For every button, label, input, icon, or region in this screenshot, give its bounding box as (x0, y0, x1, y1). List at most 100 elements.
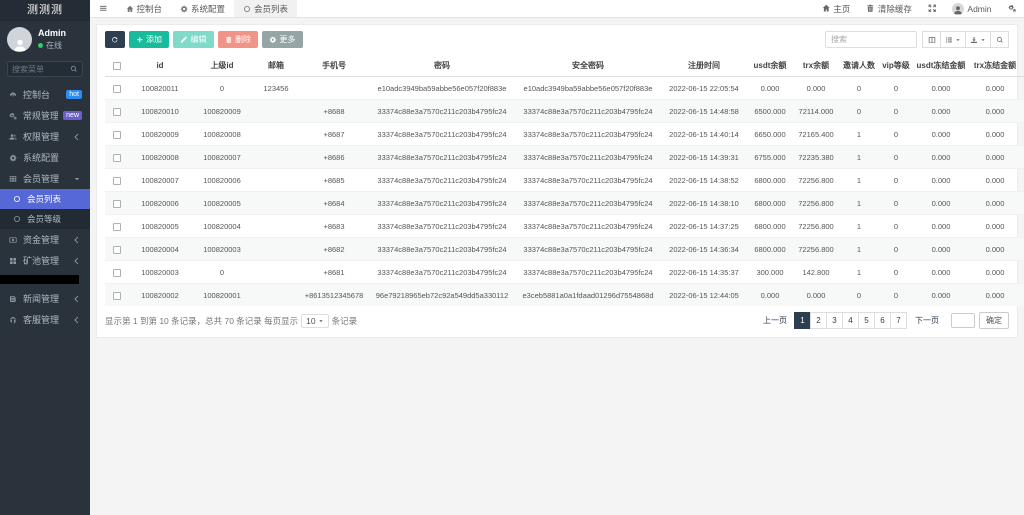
cell-security-password: 33374c88e3a7570c211c203b4795fc24 (515, 169, 661, 192)
cell-trx-balance: 72165.400 (793, 123, 839, 146)
pagination-page-3[interactable]: 3 (826, 312, 843, 329)
row-checkbox[interactable] (113, 200, 121, 208)
pagination-prev[interactable]: 上一页 (758, 312, 792, 329)
sidebar-item-member-list[interactable]: 会员列表 (0, 189, 90, 209)
cell-invite-count: 0 (839, 100, 879, 123)
cell-id: 100820006 (129, 192, 191, 215)
cell-email (253, 192, 299, 215)
circle-icon (12, 195, 22, 203)
cogs-icon (8, 112, 18, 120)
cell-usdt-frozen: 0.000 (913, 123, 969, 146)
cell-trx-frozen: 0.000 (969, 123, 1021, 146)
cell-register-time: 2022-06-15 14:37:25 (661, 215, 747, 238)
table-search-input[interactable] (825, 31, 917, 48)
delete-button[interactable]: 删除 (218, 31, 259, 48)
home-link[interactable]: 主页 (814, 0, 859, 17)
cell-register-time: 2022-06-15 14:36:34 (661, 238, 747, 261)
row-checkbox[interactable] (113, 177, 121, 185)
sidebar-item-news[interactable]: 新闻管理 (0, 288, 90, 309)
pagination-page-4[interactable]: 4 (842, 312, 859, 329)
tab-member-list[interactable]: 会员列表 (234, 0, 297, 17)
cell-usdt-balance: 6800.000 (747, 238, 793, 261)
cell-password: 33374c88e3a7570c211c203b4795fc24 (369, 192, 515, 215)
sidebar-item-label: 权限管理 (23, 130, 59, 143)
pagination-next[interactable]: 下一页 (910, 312, 944, 329)
cell-trx-balance: 0.000 (793, 284, 839, 307)
row-checkbox[interactable] (113, 108, 121, 116)
refresh-button[interactable] (105, 31, 125, 48)
row-checkbox[interactable] (113, 154, 121, 162)
cell-security-password: e3ceb5881a0a1fdaad01296d7554868d (515, 284, 661, 307)
topbar-tabs: 控制台系统配置会员列表 (117, 0, 298, 17)
add-button[interactable]: 添加 (129, 31, 170, 48)
select-all-checkbox[interactable] (113, 62, 121, 70)
cell-invite-count: 1 (839, 192, 879, 215)
row-checkbox[interactable] (113, 223, 121, 231)
row-select-cell (105, 169, 129, 192)
tab-system-config[interactable]: 系统配置 (171, 0, 234, 17)
clear-cache-button[interactable]: 清除缓存 (858, 0, 920, 17)
export-button[interactable] (965, 31, 991, 48)
cell-vip-level: 0 (879, 238, 913, 261)
row-checkbox[interactable] (113, 292, 121, 300)
user-menu[interactable]: Admin (944, 0, 999, 17)
columns-button[interactable] (922, 31, 941, 48)
pagination-go-button[interactable]: 确定 (979, 312, 1009, 329)
row-select-cell (105, 146, 129, 169)
circle-icon (12, 215, 22, 223)
sidebar-item-funds[interactable]: 资金管理 (0, 229, 90, 250)
toggle-view-button[interactable] (940, 31, 966, 48)
row-checkbox[interactable] (113, 85, 121, 93)
cell-usdt-frozen: 0.000 (913, 77, 969, 100)
cell-invite-count: 1 (839, 123, 879, 146)
page-size-select[interactable]: 10 (301, 314, 328, 328)
pagination-page-1[interactable]: 1 (794, 312, 811, 329)
pagination-page-7[interactable]: 7 (890, 312, 907, 329)
pagination-jump-input[interactable] (951, 313, 975, 328)
row-checkbox[interactable] (113, 131, 121, 139)
fullscreen-button[interactable] (920, 0, 945, 17)
cell-usdt-balance: 6650.000 (747, 123, 793, 146)
cell-register-time: 2022-06-15 14:39:31 (661, 146, 747, 169)
pagination-page-2[interactable]: 2 (810, 312, 827, 329)
cell-phone: +8685 (299, 169, 369, 192)
cell-security-password: e10adc3949ba59abbe56e057f20f883e (515, 77, 661, 100)
cell-password: 33374c88e3a7570c211c203b4795fc24 (369, 146, 515, 169)
row-select-cell (105, 261, 129, 284)
sidebar-item-general[interactable]: 常规管理new (0, 105, 90, 126)
cell-usdt-balance: 0.000 (747, 77, 793, 100)
cell-vip-level: 0 (879, 261, 913, 284)
pagination-page-5[interactable]: 5 (858, 312, 875, 329)
edit-button[interactable]: 编辑 (173, 31, 214, 48)
sidebar-item-member[interactable]: 会员管理 (0, 168, 90, 189)
cell-invite-count: 1 (839, 261, 879, 284)
badge-hot: hot (66, 90, 82, 99)
cell-parent-id: 0 (191, 261, 253, 284)
sidebar-item-mining-pool[interactable]: 矿池管理 (0, 250, 90, 271)
table-footer: 显示第 1 到第 10 条记录，总共 70 条记录 每页显示 10 条记录 上一… (105, 312, 1009, 329)
cell-phone: +8681 (299, 261, 369, 284)
cell-vip-level: 0 (879, 77, 913, 100)
more-button[interactable]: 更多 (262, 31, 303, 48)
sidebar-item-member-level[interactable]: 会员等级 (0, 209, 90, 229)
row-checkbox[interactable] (113, 246, 121, 254)
user-status: 在线 (38, 40, 66, 51)
settings-button[interactable] (1000, 0, 1024, 17)
sidebar-search-input[interactable] (12, 65, 70, 74)
cell-usdt-frozen: 0.000 (913, 169, 969, 192)
sidebar-toggle-button[interactable] (90, 0, 117, 17)
sidebar-item-permission[interactable]: 权限管理 (0, 126, 90, 147)
cell-parent-id: 100820005 (191, 192, 253, 215)
fullscreen-search-button[interactable] (990, 31, 1009, 48)
table-row: 100820010100820009+868833374c88e3a7570c2… (105, 100, 1024, 123)
sidebar-item-console[interactable]: 控制台 hot (0, 84, 90, 105)
tab-console[interactable]: 控制台 (117, 0, 172, 17)
pagination-page-6[interactable]: 6 (874, 312, 891, 329)
sidebar-item-label: 控制台 (23, 88, 50, 101)
sidebar-item-system-config[interactable]: 系统配置 (0, 147, 90, 168)
cell-password: e10adc3949ba59abbe56e057f20f883e (369, 77, 515, 100)
sidebar-item-support[interactable]: 客服管理 (0, 309, 90, 330)
row-checkbox[interactable] (113, 269, 121, 277)
cell-email (253, 284, 299, 307)
topbar-right: 主页 清除缓存 Admin (814, 0, 1024, 17)
